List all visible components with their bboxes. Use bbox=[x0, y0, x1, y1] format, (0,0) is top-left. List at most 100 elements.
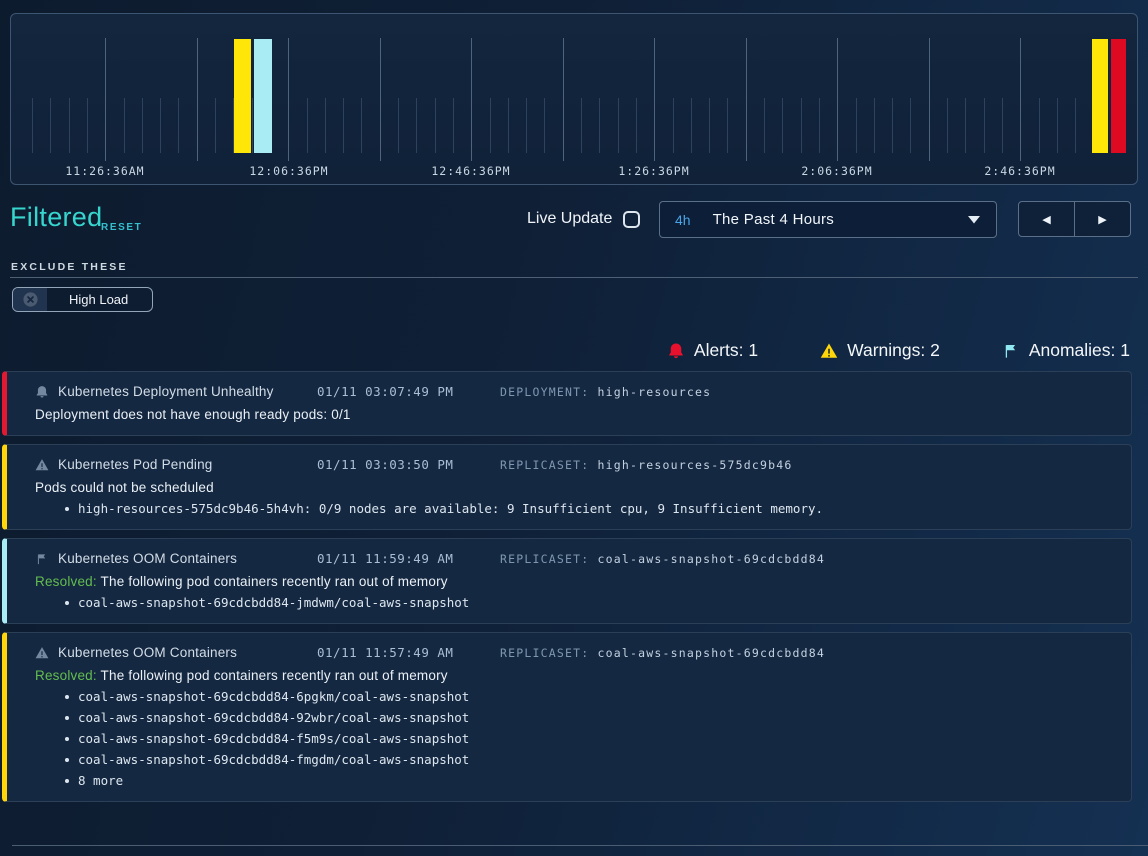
timeline-tick bbox=[142, 98, 143, 153]
axis-tick-label: 2:06:36PM bbox=[801, 164, 872, 178]
previous-range-button[interactable]: ◀ bbox=[1019, 202, 1074, 236]
card-timestamp: 01/11 03:03:50 PM bbox=[317, 457, 500, 472]
live-update-label: Live Update bbox=[527, 210, 612, 228]
card-detail-list: coal-aws-snapshot-69cdcbdd84-6pgkm/coal-… bbox=[35, 690, 1115, 788]
timeline-tick bbox=[965, 98, 966, 153]
exclude-these-heading: EXCLUDE THESE bbox=[11, 261, 128, 273]
resolved-badge: Resolved: bbox=[35, 574, 97, 589]
timeline-tick bbox=[87, 98, 88, 153]
timeline-tick bbox=[160, 98, 161, 153]
timeline-tick bbox=[782, 98, 783, 153]
timeline-tick bbox=[709, 98, 710, 153]
timeline-tick bbox=[490, 98, 491, 153]
pod-detail-item: high-resources-575dc9b46-5h4vh: 0/9 node… bbox=[35, 502, 1115, 516]
timeline-tick bbox=[69, 98, 70, 153]
timeline-tick bbox=[544, 98, 545, 153]
event-timeline-chart[interactable]: 11:26:36AM12:06:36PM12:46:36PM1:26:36PM2… bbox=[10, 13, 1138, 185]
severity-summary-row: Alerts: 1 Warnings: 2 Anomalies: 1 bbox=[667, 340, 1130, 361]
timeline-tick bbox=[1075, 98, 1076, 153]
axis-tick-label: 12:46:36PM bbox=[431, 164, 510, 178]
pod-detail-item: coal-aws-snapshot-69cdcbdd84-6pgkm/coal-… bbox=[35, 690, 1115, 704]
timeline-tick bbox=[508, 98, 509, 153]
time-range-value: The Past 4 Hours bbox=[713, 211, 835, 228]
card-message: Resolved: The following pod containers r… bbox=[35, 574, 1115, 589]
timeline-tick bbox=[453, 98, 454, 153]
warnings-count[interactable]: Warnings: 2 bbox=[820, 340, 940, 361]
timeline-tick bbox=[984, 98, 985, 153]
timeline-tick bbox=[947, 98, 948, 153]
show-more-link[interactable]: 8 more bbox=[35, 774, 1115, 788]
timeline-bar-warning-event[interactable] bbox=[234, 39, 251, 153]
timeline-tick bbox=[599, 98, 600, 153]
event-card-pod-pending[interactable]: Kubernetes Pod Pending 01/11 03:03:50 PM… bbox=[2, 444, 1132, 530]
event-card-oom-containers-2[interactable]: Kubernetes OOM Containers 01/11 11:57:49… bbox=[2, 632, 1132, 802]
timeline-bar-alert-event[interactable] bbox=[1111, 39, 1126, 153]
timeline-tick bbox=[416, 98, 417, 153]
time-pager: ◀ ▶ bbox=[1018, 201, 1131, 237]
timeline-tick bbox=[398, 98, 399, 153]
timeline-tick bbox=[910, 98, 911, 153]
event-card-deployment-unhealthy[interactable]: Kubernetes Deployment Unhealthy 01/11 03… bbox=[2, 371, 1132, 436]
card-timestamp: 01/11 11:59:49 AM bbox=[317, 551, 500, 566]
card-message: Pods could not be scheduled bbox=[35, 480, 1115, 495]
alerts-count[interactable]: Alerts: 1 bbox=[667, 340, 758, 361]
axis-tick-label: 11:26:36AM bbox=[65, 164, 144, 178]
timeline-tick bbox=[32, 98, 33, 153]
timeline-tick bbox=[636, 98, 637, 153]
event-card-oom-containers-1[interactable]: Kubernetes OOM Containers 01/11 11:59:49… bbox=[2, 538, 1132, 624]
card-timestamp: 01/11 11:57:49 AM bbox=[317, 645, 500, 660]
card-header: Kubernetes Deployment Unhealthy 01/11 03… bbox=[35, 384, 1115, 399]
timeline-tick bbox=[307, 98, 308, 153]
timeline-tick bbox=[252, 98, 253, 153]
card-header: Kubernetes OOM Containers 01/11 11:59:49… bbox=[35, 551, 1115, 566]
timeline-tick bbox=[50, 98, 51, 153]
timeline-tick bbox=[618, 98, 619, 153]
warning-triangle-icon bbox=[35, 458, 49, 472]
axis-tick-label: 2:46:36PM bbox=[984, 164, 1055, 178]
reset-button[interactable]: RESET bbox=[101, 222, 142, 233]
timeline-tick bbox=[215, 98, 216, 153]
bell-icon bbox=[667, 342, 685, 360]
chevron-down-icon bbox=[968, 216, 980, 224]
next-range-button[interactable]: ▶ bbox=[1075, 202, 1130, 236]
timeline-tick bbox=[837, 38, 838, 161]
timeline-bar-anomaly-event[interactable] bbox=[254, 39, 272, 153]
remove-chip-button[interactable] bbox=[13, 288, 47, 311]
card-header: Kubernetes OOM Containers 01/11 11:57:49… bbox=[35, 645, 1115, 660]
chip-label: High Load bbox=[47, 292, 152, 307]
exclude-chip-high-load: High Load bbox=[12, 287, 153, 312]
anomalies-count[interactable]: Anomalies: 1 bbox=[1002, 340, 1130, 361]
timeline-bar-warning-event[interactable] bbox=[1092, 39, 1108, 153]
axis-tick-label: 1:26:36PM bbox=[618, 164, 689, 178]
close-circle-icon bbox=[22, 291, 39, 308]
timeline-tick bbox=[178, 98, 179, 153]
time-range-badge: 4h bbox=[675, 212, 691, 228]
bell-icon bbox=[35, 385, 49, 399]
pod-detail-item: coal-aws-snapshot-69cdcbdd84-92wbr/coal-… bbox=[35, 711, 1115, 725]
timeline-tick bbox=[856, 98, 857, 153]
timeline-tick bbox=[325, 98, 326, 153]
time-range-dropdown[interactable]: 4h The Past 4 Hours bbox=[659, 201, 997, 238]
card-title: Kubernetes Deployment Unhealthy bbox=[58, 384, 274, 399]
pod-detail-item: coal-aws-snapshot-69cdcbdd84-f5m9s/coal-… bbox=[35, 732, 1115, 746]
card-key-value: REPLICASET: coal-aws-snapshot-69cdcbdd84 bbox=[500, 646, 1115, 660]
card-title: Kubernetes Pod Pending bbox=[58, 457, 213, 472]
timeline-tick bbox=[1039, 98, 1040, 153]
timeline-tick bbox=[581, 98, 582, 153]
card-detail-list: high-resources-575dc9b46-5h4vh: 0/9 node… bbox=[35, 502, 1115, 516]
timeline-tick bbox=[819, 98, 820, 153]
timeline-tick bbox=[801, 98, 802, 153]
timeline-tick bbox=[654, 38, 655, 161]
card-title: Kubernetes OOM Containers bbox=[58, 645, 237, 660]
timeline-tick bbox=[563, 38, 564, 161]
timeline-tick bbox=[892, 98, 893, 153]
card-key-value: REPLICASET: coal-aws-snapshot-69cdcbdd84 bbox=[500, 552, 1115, 566]
timeline-tick bbox=[1002, 98, 1003, 153]
timeline-tick bbox=[1057, 98, 1058, 153]
timeline-tick bbox=[764, 98, 765, 153]
timeline-tick bbox=[929, 38, 930, 161]
live-update-checkbox[interactable] bbox=[623, 211, 640, 228]
timeline-tick bbox=[105, 38, 106, 161]
timeline-tick bbox=[288, 38, 289, 161]
card-detail-list: coal-aws-snapshot-69cdcbdd84-jmdwm/coal-… bbox=[35, 596, 1115, 610]
